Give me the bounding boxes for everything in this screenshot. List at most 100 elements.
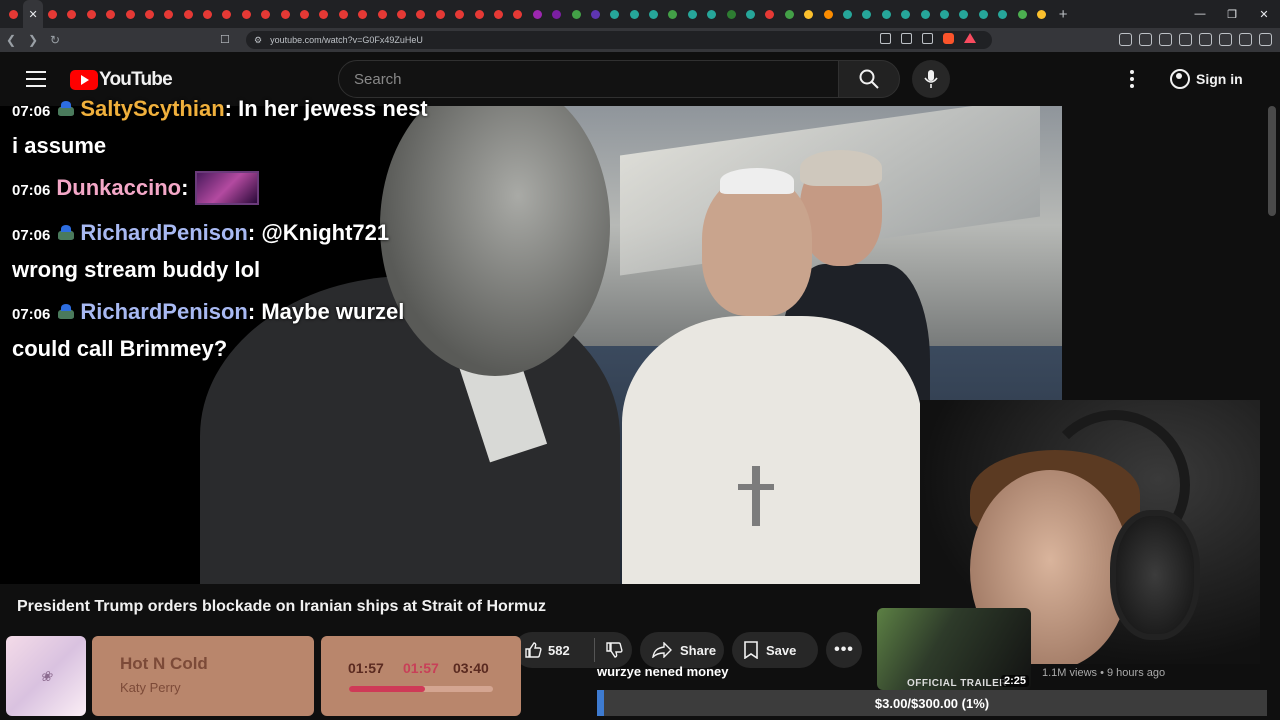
media-icon[interactable] xyxy=(1159,33,1172,46)
browser-tab[interactable] xyxy=(702,0,721,28)
browser-tab[interactable] xyxy=(450,0,469,28)
bookmark-icon[interactable]: ☐ xyxy=(220,33,230,46)
browser-tab[interactable] xyxy=(1032,0,1051,28)
favicon-icon xyxy=(746,9,756,19)
favicon-icon xyxy=(261,9,271,19)
browser-tab[interactable] xyxy=(547,0,566,28)
page-scrollbar[interactable] xyxy=(1268,106,1276,216)
share-button[interactable]: Share xyxy=(640,632,724,668)
browser-tab[interactable] xyxy=(974,0,993,28)
browser-tab[interactable] xyxy=(528,0,547,28)
browser-tab[interactable] xyxy=(877,0,896,28)
new-tab-button[interactable]: + xyxy=(1051,6,1075,23)
browser-tab[interactable] xyxy=(683,0,702,28)
browser-tab[interactable] xyxy=(721,0,740,28)
browser-tab[interactable] xyxy=(372,0,391,28)
extension-icon[interactable] xyxy=(1119,33,1132,46)
browser-tab[interactable] xyxy=(1012,0,1031,28)
search-button[interactable] xyxy=(838,60,900,98)
sign-in-button[interactable]: Sign in xyxy=(1164,62,1255,96)
back-icon[interactable]: ❮ xyxy=(0,33,22,47)
browser-tab[interactable] xyxy=(605,0,624,28)
youtube-logo[interactable]: YouTube xyxy=(70,69,173,91)
browser-tab[interactable] xyxy=(508,0,527,28)
browser-tab[interactable] xyxy=(818,0,837,28)
extension-icon[interactable] xyxy=(1139,33,1152,46)
user-badge-icon xyxy=(56,224,76,242)
browser-tab[interactable] xyxy=(237,0,256,28)
browser-tab[interactable] xyxy=(566,0,585,28)
browser-tab[interactable] xyxy=(295,0,314,28)
brave-shield-icon[interactable] xyxy=(943,33,954,44)
song-info-card: Hot N Cold Katy Perry xyxy=(92,636,314,716)
browser-tab[interactable] xyxy=(353,0,372,28)
thumbs-down-icon xyxy=(605,642,623,658)
browser-tab[interactable] xyxy=(82,0,101,28)
browser-tab[interactable] xyxy=(469,0,488,28)
voice-search-button[interactable] xyxy=(912,60,950,98)
chat-message: 07:06 SaltyScythian: In her jewess nest i… xyxy=(12,96,428,158)
browser-tab[interactable] xyxy=(159,0,178,28)
browser-tab[interactable] xyxy=(993,0,1012,28)
browser-tab[interactable] xyxy=(780,0,799,28)
wallet-icon[interactable] xyxy=(1199,33,1212,46)
browser-tab[interactable] xyxy=(857,0,876,28)
browser-tab[interactable] xyxy=(275,0,294,28)
browser-tab[interactable] xyxy=(896,0,915,28)
browser-tab[interactable] xyxy=(198,0,217,28)
browser-tab[interactable] xyxy=(62,0,81,28)
total-time: 03:40 xyxy=(453,660,489,676)
browser-tab[interactable] xyxy=(392,0,411,28)
search-input[interactable] xyxy=(354,70,839,88)
close-tab-icon[interactable]: ✕ xyxy=(28,8,37,21)
like-button[interactable]: 582 xyxy=(514,641,594,659)
share-page-icon[interactable] xyxy=(922,33,933,44)
more-options-icon[interactable] xyxy=(1130,70,1136,91)
cast-icon[interactable] xyxy=(880,33,891,44)
browser-tab[interactable] xyxy=(838,0,857,28)
song-title: Hot N Cold xyxy=(120,654,208,673)
browser-tab[interactable] xyxy=(663,0,682,28)
browser-tab[interactable] xyxy=(799,0,818,28)
zoom-icon[interactable] xyxy=(901,33,912,44)
menu-icon[interactable] xyxy=(1259,33,1272,46)
browser-tab[interactable] xyxy=(140,0,159,28)
browser-tab[interactable] xyxy=(954,0,973,28)
more-actions-button[interactable]: ••• xyxy=(826,632,862,668)
hamburger-menu-icon[interactable] xyxy=(26,71,46,92)
browser-tab[interactable] xyxy=(4,0,23,28)
forward-icon[interactable]: ❯ xyxy=(22,33,44,47)
browser-tab[interactable] xyxy=(625,0,644,28)
browser-tab[interactable] xyxy=(256,0,275,28)
browser-tab[interactable] xyxy=(760,0,779,28)
close-window-icon[interactable]: ✕ xyxy=(1248,0,1280,28)
vpn-icon[interactable] xyxy=(1239,33,1252,46)
site-info-icon[interactable]: ⚙ xyxy=(254,35,262,46)
browser-tab[interactable] xyxy=(334,0,353,28)
video-title: President Trump orders blockade on Irani… xyxy=(17,598,546,615)
favicon-icon xyxy=(86,9,96,19)
browser-tab[interactable] xyxy=(120,0,139,28)
leo-icon[interactable] xyxy=(1219,33,1232,46)
browser-tab[interactable] xyxy=(431,0,450,28)
browser-tab[interactable] xyxy=(101,0,120,28)
browser-tab[interactable] xyxy=(43,0,62,28)
browser-tab[interactable] xyxy=(915,0,934,28)
browser-tab[interactable] xyxy=(179,0,198,28)
brave-rewards-icon[interactable] xyxy=(964,33,976,43)
dislike-button[interactable] xyxy=(595,641,632,659)
browser-tab[interactable]: ✕ xyxy=(23,0,43,28)
save-button[interactable]: Save xyxy=(732,632,818,668)
browser-tab[interactable] xyxy=(586,0,605,28)
restore-icon[interactable]: ❐ xyxy=(1216,0,1248,28)
browser-tab[interactable] xyxy=(217,0,236,28)
browser-tab[interactable] xyxy=(314,0,333,28)
browser-tab[interactable] xyxy=(741,0,760,28)
browser-tab[interactable] xyxy=(644,0,663,28)
sidebar-icon[interactable] xyxy=(1179,33,1192,46)
browser-tab[interactable] xyxy=(411,0,430,28)
reload-icon[interactable]: ↻ xyxy=(44,33,66,47)
browser-tab[interactable] xyxy=(489,0,508,28)
browser-tab[interactable] xyxy=(935,0,954,28)
minimize-icon[interactable]: — xyxy=(1184,0,1216,28)
